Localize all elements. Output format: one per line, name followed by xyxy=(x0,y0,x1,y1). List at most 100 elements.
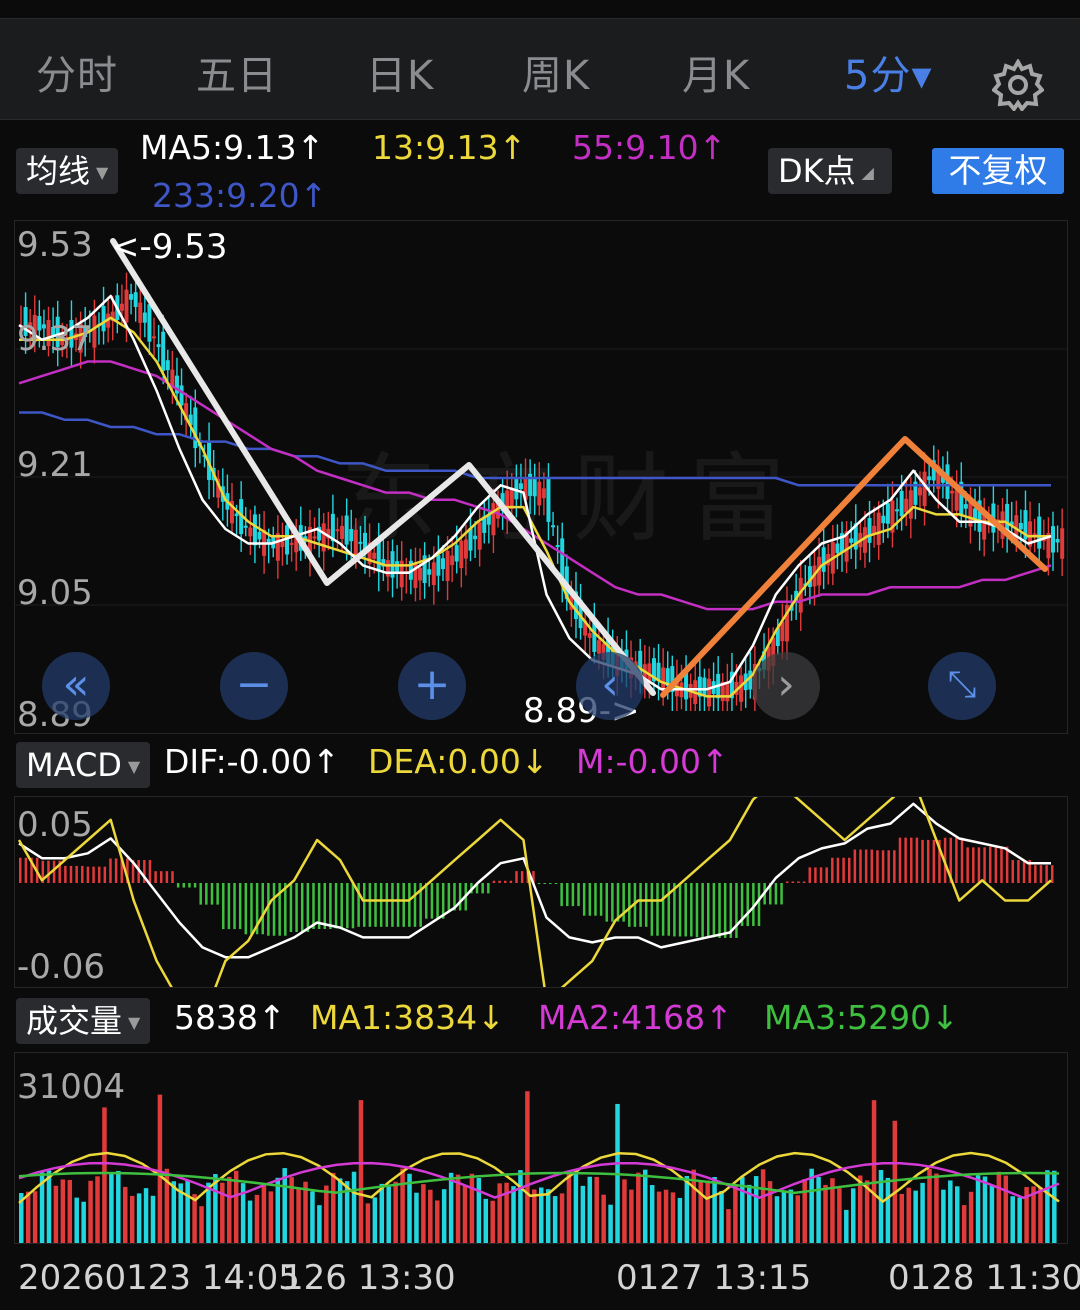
no-adjust-button[interactable]: 不复权 xyxy=(932,148,1064,194)
macd-histogram-bar xyxy=(413,883,417,927)
dropdown-icon: ▼ xyxy=(96,163,109,182)
macd-histogram-bar xyxy=(859,849,862,883)
candle-body xyxy=(885,503,890,524)
macd-histogram-bar xyxy=(498,880,501,883)
volume-bar xyxy=(102,1107,107,1243)
macd-histogram-bar xyxy=(24,857,28,883)
macd-histogram-bar xyxy=(780,883,783,905)
macd-histogram-bar xyxy=(244,883,248,935)
volume-bar xyxy=(296,1187,301,1243)
tab-five-day[interactable]: 五日 xyxy=(196,43,278,101)
zoom-out-icon[interactable]: − xyxy=(220,652,288,720)
volume-bar xyxy=(795,1195,801,1243)
macd-histogram-bar xyxy=(712,883,716,938)
candle-body xyxy=(133,292,138,307)
volume-selector[interactable]: 成交量 ▼ xyxy=(16,998,151,1044)
candle-body xyxy=(427,569,432,575)
volume-bar xyxy=(566,1173,572,1243)
volume-bar xyxy=(781,1191,787,1243)
volume-bar xyxy=(32,1191,38,1243)
tab-5min[interactable]: 5分▾ xyxy=(844,43,933,101)
ma233-value: 233:9.20↑ xyxy=(152,176,328,215)
macd-histogram-bar xyxy=(323,883,327,930)
macd-panel: 0.05 -0.06 xyxy=(14,796,1068,988)
candle-body xyxy=(849,538,854,543)
macd-histogram-bar xyxy=(447,883,451,911)
price-chart[interactable] xyxy=(15,221,1067,733)
volume-bar xyxy=(955,1186,960,1243)
macd-histogram-bar xyxy=(114,858,118,883)
tab-daily-k[interactable]: 日K xyxy=(366,43,434,101)
macd-histogram-bar xyxy=(272,883,276,936)
macd-histogram-bar xyxy=(549,883,552,884)
macd-dea: DEA:0.00↓ xyxy=(368,742,549,781)
volume-bar xyxy=(379,1183,385,1243)
macd-histogram-bar xyxy=(695,883,699,938)
candle-body xyxy=(138,302,143,323)
macd-histogram-bar xyxy=(582,883,586,916)
macd-histogram-bar xyxy=(103,866,107,883)
ma-selector[interactable]: 均线 ▼ xyxy=(16,148,119,194)
volume-bar xyxy=(580,1185,586,1243)
volume-bar xyxy=(636,1172,641,1243)
macd-histogram-bar xyxy=(684,883,687,937)
candle-body xyxy=(917,487,922,496)
price-axis-label: 9.21 xyxy=(17,445,93,485)
macd-histogram-bar xyxy=(853,849,857,883)
macd-histogram-bar xyxy=(374,883,377,927)
gear-icon[interactable] xyxy=(992,59,1044,111)
volume-bar xyxy=(331,1172,336,1243)
volume-chart[interactable] xyxy=(15,1053,1067,1243)
candle-body xyxy=(1051,526,1055,553)
macd-histogram-bar xyxy=(261,883,264,935)
volume-bar xyxy=(310,1191,315,1243)
macd-histogram-bar xyxy=(148,859,152,883)
candle-body xyxy=(459,540,464,569)
volume-bar xyxy=(684,1176,690,1243)
volume-axis-top: 31004 xyxy=(17,1067,126,1107)
next-icon[interactable]: › xyxy=(752,652,820,720)
macd-histogram-bar xyxy=(814,867,817,883)
candle-body xyxy=(468,528,473,551)
zoom-in-icon[interactable]: + xyxy=(398,652,466,720)
tab-monthly-k[interactable]: 月K xyxy=(682,43,750,101)
macd-chart[interactable] xyxy=(15,797,1067,987)
macd-histogram-bar xyxy=(723,883,727,938)
candle-body xyxy=(537,481,542,506)
candle-body xyxy=(1037,516,1042,549)
volume-bar xyxy=(386,1186,391,1243)
macd-histogram-bar xyxy=(233,883,236,930)
macd-histogram-bar xyxy=(385,883,389,927)
prev-icon[interactable]: ‹ xyxy=(576,652,644,720)
macd-selector[interactable]: MACD ▼ xyxy=(16,742,151,788)
macd-histogram-bar xyxy=(408,883,411,927)
macd-histogram-bar xyxy=(915,837,919,883)
tab-weekly-k[interactable]: 周K xyxy=(522,43,590,101)
macd-histogram-bar xyxy=(904,837,907,883)
volume-bar xyxy=(247,1200,253,1243)
candle-body xyxy=(473,535,478,540)
macd-histogram-bar xyxy=(1005,846,1009,883)
fullscreen-icon[interactable]: ⤡ xyxy=(928,652,996,720)
volume-bar xyxy=(525,1091,530,1243)
macd-histogram-bar xyxy=(391,883,394,927)
candle-body xyxy=(445,550,450,581)
macd-histogram-bar xyxy=(154,871,157,883)
macd-histogram-bar xyxy=(284,883,287,936)
dk-point-button[interactable]: DK点 ◢ xyxy=(768,148,892,194)
volume-bar xyxy=(1052,1170,1057,1243)
volume-bar xyxy=(192,1194,197,1243)
volume-bar xyxy=(95,1176,100,1243)
macd-histogram-bar xyxy=(329,883,332,930)
macd-histogram-bar xyxy=(599,883,603,916)
tab-intraday[interactable]: 分时 xyxy=(36,43,118,101)
double-left-icon[interactable]: « xyxy=(42,652,110,720)
macd-histogram-bar xyxy=(306,883,310,933)
candle-body xyxy=(372,552,377,559)
volume-bar xyxy=(608,1204,613,1243)
volume-bar xyxy=(982,1176,988,1243)
date-label: 0127 13:15 xyxy=(616,1258,812,1298)
volume-bar xyxy=(157,1094,163,1243)
candle-body xyxy=(904,498,909,513)
dk-point-label: DK点 xyxy=(778,152,856,190)
